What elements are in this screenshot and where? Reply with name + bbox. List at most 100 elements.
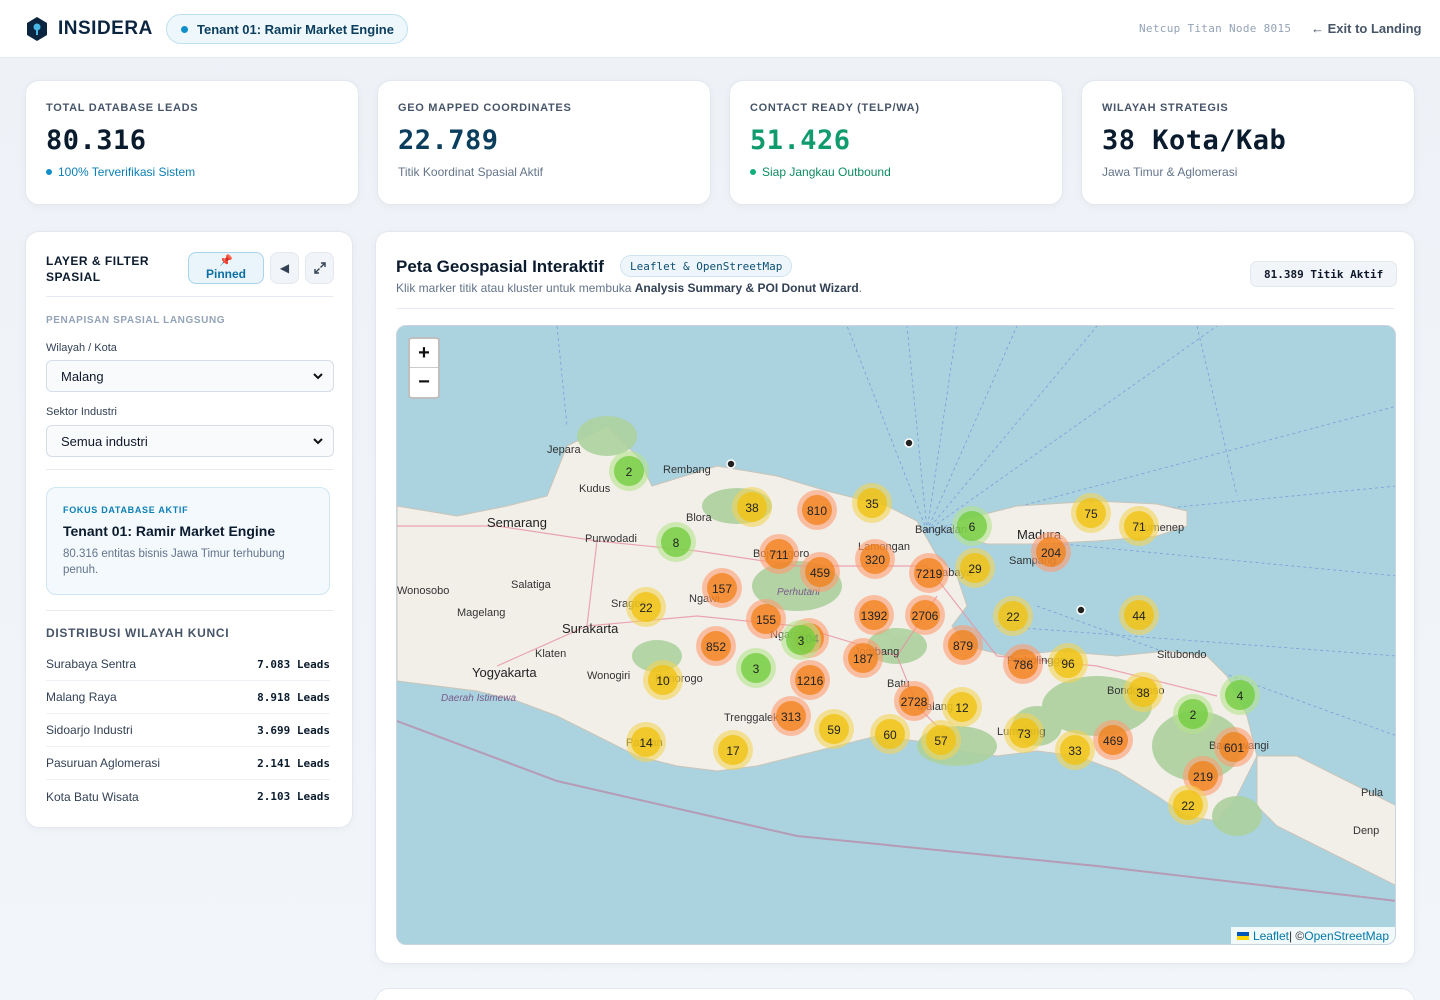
cluster-count: 320 bbox=[865, 553, 885, 567]
cluster-marker[interactable]: 33 bbox=[1055, 730, 1095, 770]
cluster-marker[interactable]: 35 bbox=[852, 483, 892, 523]
collapse-button[interactable]: ◀ bbox=[270, 252, 299, 284]
cluster-marker[interactable]: 2 bbox=[609, 451, 649, 491]
cluster-count: 155 bbox=[756, 613, 776, 627]
region-value: Malang bbox=[61, 368, 104, 384]
cluster-marker[interactable]: 2706 bbox=[905, 595, 945, 635]
cluster-count: 2 bbox=[626, 465, 633, 479]
cluster-marker[interactable]: 601 bbox=[1214, 727, 1254, 767]
focus-title: Tenant 01: Ramir Market Engine bbox=[63, 523, 276, 539]
region-select[interactable]: Malang bbox=[46, 360, 334, 392]
place-label: Purwodadi bbox=[585, 533, 637, 545]
cluster-marker[interactable]: 29 bbox=[955, 548, 995, 588]
cluster-marker[interactable]: 17 bbox=[713, 730, 753, 770]
cluster-count: 2728 bbox=[901, 695, 928, 709]
cluster-count: 601 bbox=[1224, 741, 1244, 755]
cluster-marker[interactable]: 459 bbox=[800, 552, 840, 592]
cluster-marker[interactable]: 469 bbox=[1093, 720, 1133, 760]
cluster-marker[interactable]: 38 bbox=[732, 487, 772, 527]
cluster-marker[interactable]: 786 bbox=[1003, 644, 1043, 684]
place-label: Blora bbox=[686, 512, 713, 524]
cluster-marker[interactable]: 59 bbox=[814, 709, 854, 749]
top-bar: INSIDERA Tenant 01: Ramir Market Engine … bbox=[0, 0, 1440, 58]
cluster-marker[interactable]: 22 bbox=[626, 587, 666, 627]
map-canvas[interactable]: Jepara Rembang Kudus Semarang Blora Purwodadi… bbox=[397, 326, 1396, 945]
region-leads: 2.103 Leads bbox=[257, 790, 330, 803]
next-section-card bbox=[375, 988, 1415, 1000]
cluster-count: 22 bbox=[1181, 799, 1195, 813]
cluster-marker[interactable]: 2 bbox=[1173, 694, 1213, 734]
cluster-marker[interactable]: 1216 bbox=[790, 660, 830, 700]
cluster-marker[interactable]: 60 bbox=[870, 714, 910, 754]
leaflet-link[interactable]: Leaflet bbox=[1253, 929, 1289, 943]
expand-button[interactable] bbox=[305, 252, 334, 284]
region-name: Surabaya Sentra bbox=[46, 657, 137, 671]
cluster-marker[interactable]: 155 bbox=[746, 599, 786, 639]
place-label: Klaten bbox=[535, 648, 566, 660]
chevron-down-icon bbox=[313, 438, 323, 445]
distribution-list: Surabaya Sentra 7.083 Leads Malang Raya … bbox=[46, 648, 330, 813]
region-name: Malang Raya bbox=[46, 690, 117, 704]
cluster-marker[interactable]: 44 bbox=[1119, 595, 1159, 635]
cluster-marker[interactable]: 6 bbox=[952, 506, 992, 546]
zoom-control: + − bbox=[408, 337, 440, 399]
attribution-separator: | © bbox=[1288, 928, 1305, 943]
zoom-in-button[interactable]: + bbox=[410, 339, 438, 368]
filter-panel: LAYER & FILTER SPASIAL 📌 Pinned ◀ PENAPI… bbox=[25, 231, 353, 828]
cluster-marker[interactable]: 57 bbox=[921, 720, 961, 760]
cluster-marker[interactable]: 10 bbox=[643, 660, 683, 700]
region-label: Wilayah / Kota bbox=[46, 342, 117, 354]
kpi-card-total-leads: TOTAL DATABASE LEADS 80.316 100% Terveri… bbox=[25, 80, 359, 205]
cluster-count: 75 bbox=[1084, 507, 1098, 521]
tenant-pill[interactable]: Tenant 01: Ramir Market Engine bbox=[166, 14, 408, 44]
cluster-count: 8 bbox=[673, 536, 680, 550]
region-name: Pasuruan Aglomerasi bbox=[46, 756, 161, 770]
cluster-count: 2706 bbox=[912, 609, 939, 623]
cluster-marker[interactable]: 22 bbox=[993, 596, 1033, 636]
divider bbox=[46, 610, 333, 611]
cluster-marker[interactable]: 14 bbox=[626, 722, 666, 762]
map-engine-chip: Leaflet & OpenStreetMap bbox=[620, 255, 793, 277]
cluster-marker[interactable]: 313 bbox=[771, 696, 811, 736]
cluster-marker[interactable]: 38 bbox=[1123, 672, 1163, 712]
cluster-count: 22 bbox=[639, 601, 653, 615]
exit-to-landing-link[interactable]: ← Exit to Landing bbox=[1311, 21, 1422, 36]
cluster-marker[interactable]: 320 bbox=[855, 539, 895, 579]
leaflet-map[interactable]: Jepara Rembang Kudus Semarang Blora Purwodadi… bbox=[396, 325, 1396, 945]
cluster-marker[interactable]: 8 bbox=[656, 522, 696, 562]
cluster-marker[interactable]: 3 bbox=[781, 620, 821, 660]
cluster-marker[interactable]: 879 bbox=[943, 625, 983, 665]
cluster-marker[interactable]: 73 bbox=[1004, 713, 1044, 753]
cluster-marker[interactable]: 12 bbox=[942, 687, 982, 727]
focus-label: FOKUS DATABASE AKTIF bbox=[63, 505, 189, 515]
cluster-marker[interactable]: 7219 bbox=[909, 553, 949, 593]
brand-logo[interactable]: INSIDERA bbox=[26, 16, 153, 42]
sector-select[interactable]: Semua industri bbox=[46, 425, 334, 457]
cluster-marker[interactable]: 711 bbox=[759, 534, 799, 574]
cluster-marker[interactable]: 75 bbox=[1071, 493, 1111, 533]
place-label: Kudus bbox=[579, 483, 611, 495]
cluster-marker[interactable]: 22 bbox=[1168, 785, 1208, 825]
cluster-marker[interactable]: 3 bbox=[736, 648, 776, 688]
cluster-marker[interactable]: 810 bbox=[797, 490, 837, 530]
osm-link[interactable]: OpenStreetMap bbox=[1304, 929, 1389, 943]
region-leads: 2.141 Leads bbox=[257, 756, 330, 770]
kpi-subtext: Siap Jangkau Outbound bbox=[750, 165, 1042, 179]
panel-title: LAYER & FILTER SPASIAL bbox=[46, 254, 150, 284]
cluster-marker[interactable]: 204 bbox=[1031, 532, 1071, 572]
pinned-button[interactable]: 📌 Pinned bbox=[188, 252, 264, 284]
cluster-marker[interactable]: 157 bbox=[702, 568, 742, 608]
chevron-down-icon bbox=[313, 373, 323, 380]
cluster-marker[interactable]: 96 bbox=[1048, 643, 1088, 683]
region-leads: 3.699 Leads bbox=[257, 723, 330, 737]
cluster-marker[interactable]: 187 bbox=[843, 638, 883, 678]
cluster-marker[interactable]: 1392 bbox=[854, 595, 894, 635]
cluster-marker[interactable]: 2728 bbox=[894, 681, 934, 721]
hexagon-logo-icon bbox=[27, 17, 47, 41]
cluster-marker[interactable]: 852 bbox=[696, 626, 736, 666]
cluster-marker[interactable]: 4 bbox=[1220, 675, 1260, 715]
kpi-card-geo-mapped: GEO MAPPED COORDINATES 22.789 Titik Koor… bbox=[377, 80, 711, 205]
zoom-out-button[interactable]: − bbox=[410, 368, 438, 397]
cluster-marker[interactable]: 71 bbox=[1119, 506, 1159, 546]
cluster-count: 38 bbox=[1136, 686, 1150, 700]
